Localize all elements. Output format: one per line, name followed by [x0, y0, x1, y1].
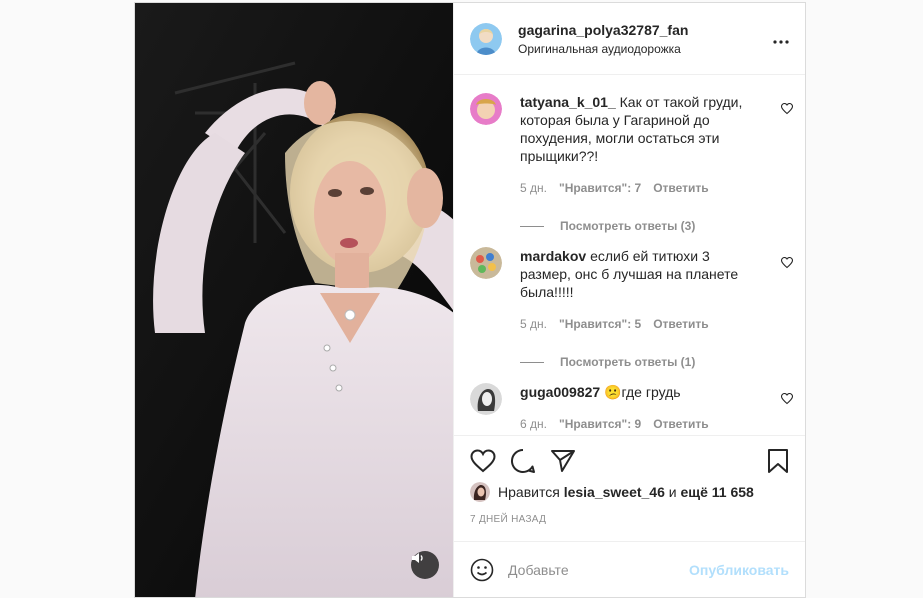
view-replies-button[interactable]: Посмотреть ответы (1)	[520, 355, 754, 369]
mute-button[interactable]	[411, 551, 440, 579]
comment-item: tatyana_k_01_ Как от такой груди, котора…	[470, 93, 793, 233]
commenter-avatar[interactable]	[470, 383, 503, 415]
comment-meta: 5 дн. "Нравится": 7 Ответить	[520, 181, 754, 195]
post-header: gagarina_polya32787_fan Оригинальная ауд…	[454, 3, 805, 75]
post-side-panel: gagarina_polya32787_fan Оригинальная ауд…	[453, 3, 805, 597]
replies-divider	[520, 225, 545, 227]
replies-divider	[520, 361, 545, 363]
reply-button[interactable]: Ответить	[653, 181, 708, 195]
author-avatar[interactable]	[470, 22, 503, 55]
post-date[interactable]: 7 ДНЕЙ НАЗАД	[470, 514, 789, 525]
action-icons-row	[470, 448, 789, 474]
comment-emoji: 😕	[604, 384, 622, 400]
comment-like-heart-icon[interactable]	[781, 103, 793, 115]
author-username[interactable]: gagarina_polya32787_fan	[518, 22, 773, 38]
comment-bubble-icon[interactable]	[510, 448, 536, 474]
comment-username[interactable]: mardakov	[520, 248, 586, 264]
comment-time[interactable]: 5 дн.	[520, 181, 547, 195]
comment-like-heart-icon[interactable]	[781, 257, 793, 269]
publish-button[interactable]: Опубликовать	[689, 562, 789, 578]
comment-item: mardakov еслиб ей титюхи 3 размер, онс б…	[470, 247, 793, 369]
reply-button[interactable]: Ответить	[653, 317, 708, 331]
post-dialog: gagarina_polya32787_fan Оригинальная ауд…	[134, 2, 806, 598]
likes-count-link[interactable]: ещё 11 658	[681, 484, 754, 500]
comment-likes[interactable]: "Нравится": 7	[559, 181, 641, 195]
bookmark-save-icon[interactable]	[767, 448, 789, 474]
reply-button[interactable]: Ответить	[653, 417, 708, 431]
comment-text: где грудь	[621, 384, 681, 400]
comment-username[interactable]: guga009827	[520, 384, 600, 400]
add-comment-bar: Опубликовать	[454, 541, 805, 597]
post-video[interactable]	[135, 3, 454, 597]
commenter-avatar[interactable]	[470, 93, 503, 125]
liker-avatar[interactable]	[470, 482, 491, 502]
comment-item: guga009827 😕где грудь 6 дн. "Нравится": …	[470, 383, 793, 431]
view-replies-label: Посмотреть ответы (1)	[560, 355, 696, 369]
liker-username[interactable]: lesia_sweet_46	[564, 484, 665, 500]
comment-meta: 5 дн. "Нравится": 5 Ответить	[520, 317, 754, 331]
comment-like-heart-icon[interactable]	[781, 393, 793, 405]
post-actions: Нравится lesia_sweet_46 и ещё 11 658 7 Д…	[454, 435, 805, 541]
comment-time[interactable]: 5 дн.	[520, 317, 547, 331]
comment-username[interactable]: tatyana_k_01_	[520, 94, 616, 110]
comments-list[interactable]: tatyana_k_01_ Как от такой груди, котора…	[454, 75, 805, 435]
video-frame	[135, 3, 454, 597]
commenter-avatar[interactable]	[470, 247, 503, 279]
view-replies-button[interactable]: Посмотреть ответы (3)	[520, 219, 754, 233]
comment-likes[interactable]: "Нравится": 9	[559, 417, 641, 431]
comment-time[interactable]: 6 дн.	[520, 417, 547, 431]
like-heart-icon[interactable]	[470, 449, 496, 473]
emoji-smiley-icon[interactable]	[470, 558, 494, 582]
view-replies-label: Посмотреть ответы (3)	[560, 219, 696, 233]
header-text: gagarina_polya32787_fan Оригинальная ауд…	[518, 22, 773, 56]
speaker-icon	[412, 553, 423, 563]
share-send-icon[interactable]	[550, 449, 576, 473]
audio-track-label[interactable]: Оригинальная аудиодорожка	[518, 42, 773, 56]
more-options-icon[interactable]	[773, 28, 789, 49]
comment-input[interactable]	[508, 561, 690, 578]
comment-meta: 6 дн. "Нравится": 9 Ответить	[520, 417, 754, 431]
comment-likes[interactable]: "Нравится": 5	[559, 317, 641, 331]
likes-connector: и	[668, 484, 677, 500]
likes-prefix: Нравится	[498, 484, 560, 500]
likes-summary: Нравится lesia_sweet_46 и ещё 11 658	[470, 482, 789, 502]
